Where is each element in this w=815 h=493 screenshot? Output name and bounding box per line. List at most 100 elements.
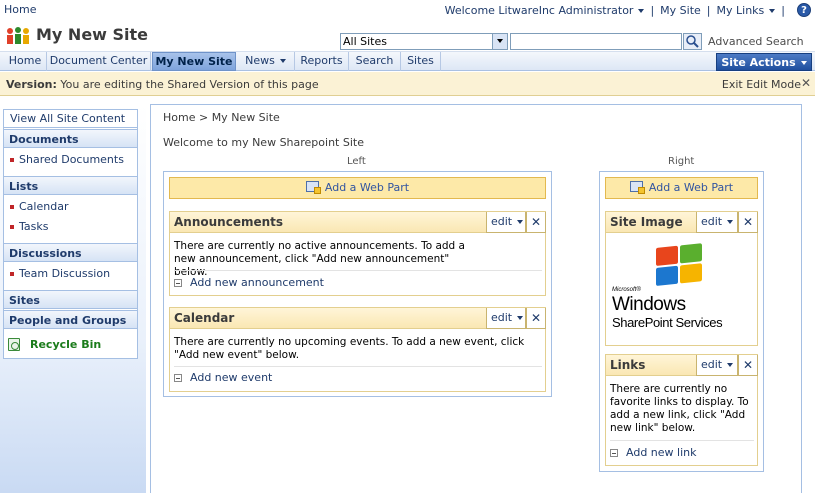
- web-part-body-text: There are currently no active announceme…: [174, 240, 465, 278]
- global-right-links: Welcome LitwareInc Administrator | My Si…: [445, 3, 811, 17]
- global-bar: Home Welcome LitwareInc Administrator | …: [0, 0, 815, 20]
- nav-heading-documents[interactable]: Documents: [4, 129, 137, 148]
- logo-text-microsoft: Microsoft®: [612, 286, 641, 293]
- chevron-down-icon: [638, 8, 645, 13]
- add-web-part-button-right[interactable]: Add a Web Part: [605, 177, 758, 199]
- bullet-icon: [174, 373, 182, 382]
- chevron-down-icon: [800, 61, 807, 65]
- main-content: Home > My New Site Welcome to my New Sha…: [150, 104, 802, 493]
- add-new-announcement-link[interactable]: Add new announcement: [174, 276, 324, 289]
- tab-document-center[interactable]: Document Center: [47, 52, 151, 71]
- welcome-text: Welcome LitwareInc Administrator: [444, 3, 634, 17]
- bullet-icon: [174, 278, 182, 287]
- chevron-down-icon[interactable]: [492, 34, 507, 49]
- nav-heading-sites[interactable]: Sites: [4, 290, 137, 309]
- add-new-event-link[interactable]: Add new event: [174, 371, 272, 384]
- welcome-menu[interactable]: Welcome LitwareInc Administrator: [445, 4, 645, 17]
- web-part-title: Site Image: [606, 212, 696, 233]
- recycle-bin-label: Recycle Bin: [30, 338, 102, 351]
- help-icon[interactable]: ?: [797, 3, 811, 17]
- announcements-web-part: Announcements edit ✕ There are currently…: [169, 211, 546, 296]
- add-web-part-icon: [305, 181, 321, 194]
- recycle-bin-icon: [8, 338, 20, 351]
- edit-label: edit: [701, 215, 723, 228]
- logo-text-sharepoint-services: SharePoint Services: [612, 315, 723, 330]
- advanced-search-link[interactable]: Advanced Search: [708, 35, 804, 48]
- web-part-body-text: There are currently no upcoming events. …: [174, 336, 525, 361]
- right-web-part-zone: Add a Web Part Site Image edit ✕ Microso…: [599, 171, 764, 472]
- close-icon[interactable]: ✕: [526, 212, 546, 233]
- global-home-link[interactable]: Home: [4, 3, 36, 16]
- tab-my-new-site[interactable]: My New Site: [152, 52, 236, 71]
- version-description: You are editing the Shared Version of th…: [60, 78, 319, 91]
- view-all-site-content-link[interactable]: View All Site Content: [4, 110, 137, 128]
- version-text: Version: You are editing the Shared Vers…: [6, 78, 319, 91]
- divider: |: [706, 3, 711, 17]
- left-zone-label: Left: [347, 156, 366, 167]
- my-links-text: My Links: [716, 3, 765, 17]
- windows-sharepoint-services-logo: Microsoft® Windows SharePoint Services: [612, 243, 723, 330]
- tab-sites[interactable]: Sites: [401, 52, 441, 71]
- add-new-link-link[interactable]: Add new link: [610, 446, 696, 459]
- close-icon[interactable]: ✕: [526, 308, 546, 329]
- my-site-link[interactable]: My Site: [660, 4, 701, 17]
- add-web-part-button-left[interactable]: Add a Web Part: [169, 177, 546, 199]
- chevron-down-icon: [517, 316, 524, 320]
- add-new-link-label: Add new link: [626, 446, 697, 459]
- nav-item-shared-documents[interactable]: Shared Documents: [10, 153, 124, 166]
- top-nav: Home Document Center My New Site News Re…: [0, 51, 815, 71]
- nav-heading-discussions[interactable]: Discussions: [4, 243, 137, 262]
- divider: |: [781, 3, 785, 17]
- web-part-edit-menu[interactable]: edit: [696, 212, 738, 233]
- exit-edit-mode-link[interactable]: Exit Edit Mode: [722, 78, 801, 91]
- right-zone-label: Right: [668, 156, 695, 167]
- web-part-body-text: There are currently no favorite links to…: [610, 383, 749, 434]
- nav-item-team-discussion[interactable]: Team Discussion: [10, 267, 110, 280]
- divider: [174, 366, 542, 367]
- add-web-part-icon: [629, 181, 645, 194]
- close-icon[interactable]: ✕: [738, 212, 758, 233]
- divider: |: [650, 3, 655, 17]
- site-title[interactable]: My New Site: [36, 25, 148, 44]
- site-actions-label: Site Actions: [721, 56, 796, 69]
- close-icon[interactable]: ✕: [801, 76, 811, 90]
- search-scope-value: All Sites: [343, 35, 387, 48]
- chevron-down-icon: [727, 220, 734, 224]
- nav-heading-people-groups[interactable]: People and Groups: [4, 310, 137, 329]
- tab-news-label: News: [245, 54, 275, 67]
- tab-search[interactable]: Search: [349, 52, 401, 71]
- tab-reports[interactable]: Reports: [295, 52, 349, 71]
- search-input[interactable]: [510, 33, 682, 50]
- recycle-bin-link[interactable]: Recycle Bin: [8, 338, 101, 351]
- site-image-web-part: Site Image edit ✕ Microsoft® Windows Sha…: [605, 211, 758, 346]
- web-part-edit-menu[interactable]: edit: [696, 355, 738, 376]
- site-actions-button[interactable]: Site Actions: [716, 53, 812, 71]
- search-scope-select[interactable]: All Sites: [340, 33, 508, 50]
- tab-home[interactable]: Home: [4, 52, 47, 71]
- left-web-part-zone: Add a Web Part Announcements edit ✕ Ther…: [163, 171, 552, 397]
- add-new-announcement-label: Add new announcement: [190, 276, 324, 289]
- left-pane: View All Site Content Documents Shared D…: [0, 104, 146, 493]
- chevron-down-icon: [769, 8, 776, 13]
- edit-label: edit: [491, 311, 513, 324]
- search-button[interactable]: [683, 33, 702, 50]
- search-icon: [686, 35, 699, 48]
- logo-text-windows: Windows: [612, 294, 686, 315]
- web-part-edit-menu[interactable]: edit: [486, 212, 526, 233]
- web-part-edit-menu[interactable]: edit: [486, 308, 526, 329]
- my-links-menu[interactable]: My Links: [717, 4, 776, 17]
- version-bar: Version: You are editing the Shared Vers…: [0, 72, 815, 96]
- chevron-down-icon: [517, 220, 524, 224]
- nav-item-calendar[interactable]: Calendar: [10, 200, 68, 213]
- sharepoint-people-logo-icon[interactable]: [6, 26, 30, 46]
- tab-news[interactable]: News: [237, 52, 295, 71]
- nav-heading-lists[interactable]: Lists: [4, 176, 137, 195]
- page-heading: Welcome to my New Sharepoint Site: [163, 136, 364, 149]
- add-new-event-label: Add new event: [190, 371, 273, 384]
- close-icon[interactable]: ✕: [738, 355, 758, 376]
- quick-launch: View All Site Content Documents Shared D…: [3, 109, 138, 359]
- nav-item-tasks[interactable]: Tasks: [10, 220, 48, 233]
- web-part-title: Calendar: [170, 308, 486, 329]
- breadcrumb[interactable]: Home > My New Site: [163, 111, 280, 124]
- add-web-part-label: Add a Web Part: [324, 181, 410, 194]
